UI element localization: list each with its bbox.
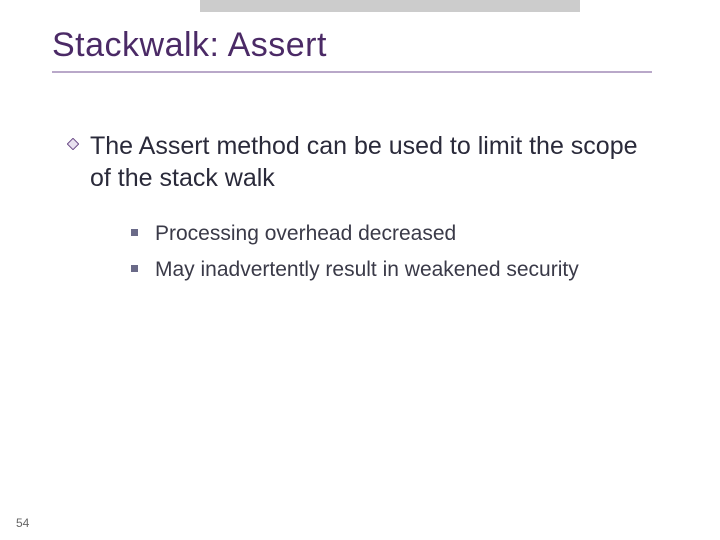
slide-title: Stackwalk: Assert — [52, 26, 652, 73]
diamond-bullet-icon — [67, 138, 79, 150]
square-bullet-icon — [131, 229, 138, 236]
slide: Stackwalk: Assert The Assert method can … — [0, 0, 720, 540]
sub-bullet-text: May inadvertently result in weakened sec… — [155, 258, 579, 281]
main-bullet-text: The Assert method can be used to limit t… — [90, 132, 638, 192]
sub-bullet-item: May inadvertently result in weakened sec… — [155, 254, 675, 286]
sub-bullet-item: Processing overhead decreased — [155, 218, 675, 250]
sub-bullet-text: Processing overhead decreased — [155, 222, 456, 245]
page-number: 54 — [16, 516, 29, 530]
sub-bullet-list: Processing overhead decreased May inadve… — [155, 218, 675, 289]
main-bullet-item: The Assert method can be used to limit t… — [90, 130, 660, 194]
top-accent-bar — [200, 0, 580, 12]
square-bullet-icon — [131, 265, 138, 272]
